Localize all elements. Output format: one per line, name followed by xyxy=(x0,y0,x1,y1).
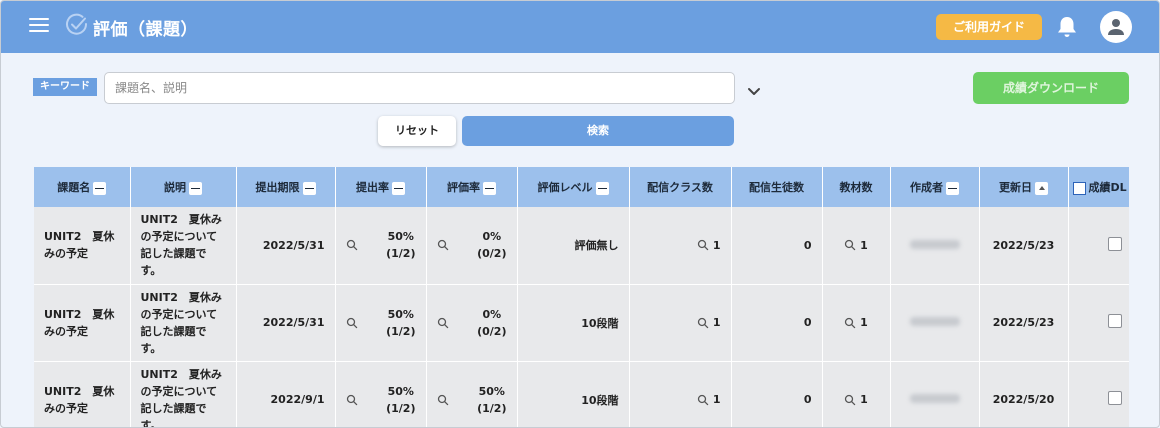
col-header-students: 配信生徒数 xyxy=(731,167,823,207)
cell-eval-level: 評価無し xyxy=(517,207,630,285)
cell-eval-level: 10段階 xyxy=(517,284,630,362)
cell-classes: 1 xyxy=(629,284,732,362)
col-header-materials: 教材数 xyxy=(822,167,891,207)
user-guide-button[interactable]: ご利用ガイド xyxy=(936,14,1042,40)
cell-author xyxy=(890,207,980,285)
reset-button[interactable]: リセット xyxy=(378,116,456,146)
col-header-author[interactable]: 作成者 xyxy=(890,167,980,207)
keyword-input[interactable] xyxy=(104,72,735,104)
cell-author xyxy=(890,361,980,427)
collapse-column-icon[interactable] xyxy=(93,181,107,195)
cell-desc: UNIT2 夏休みの予定について記した課題です。 xyxy=(130,284,237,362)
collapse-column-icon[interactable] xyxy=(302,181,316,195)
cell-materials: 1 xyxy=(822,361,891,427)
cell-students: 0 xyxy=(731,284,823,362)
table-row[interactable]: UNIT2 夏休みの予定 UNIT2 夏休みの予定について記した課題です。 20… xyxy=(34,284,1129,362)
magnifier-icon[interactable] xyxy=(346,317,358,329)
collapse-column-icon[interactable] xyxy=(392,181,405,195)
magnifier-icon[interactable] xyxy=(437,239,449,251)
collapse-column-icon[interactable] xyxy=(595,181,609,195)
cell-deadline: 2022/5/31 xyxy=(236,207,336,285)
cell-materials: 1 xyxy=(822,207,891,285)
cell-updated: 2022/5/20 xyxy=(979,361,1069,427)
cell-classes: 1 xyxy=(629,207,732,285)
hamburger-menu-icon[interactable] xyxy=(29,18,49,34)
cell-classes: 1 xyxy=(629,361,732,427)
cell-updated: 2022/5/23 xyxy=(979,207,1069,285)
cell-submit-rate: 50% (1/2) xyxy=(335,207,427,285)
cell-updated: 2022/5/23 xyxy=(979,284,1069,362)
col-header-name[interactable]: 課題名 xyxy=(34,167,131,207)
cell-eval-rate: 50% (1/2) xyxy=(426,361,518,427)
cell-name: UNIT2 夏休みの予定 xyxy=(34,361,131,427)
keyword-label: キーワード xyxy=(33,78,97,96)
cell-deadline: 2022/9/1 xyxy=(236,361,336,427)
table-header-row: 課題名 説明 提出期限 提出率 評価率 評価レベル 配信クラス数 配信生徒数 教… xyxy=(34,167,1129,207)
bell-icon[interactable] xyxy=(1056,15,1078,39)
cell-grade-dl xyxy=(1068,284,1129,362)
collapse-column-icon[interactable] xyxy=(483,181,496,195)
cell-desc: UNIT2 夏休みの予定について記した課題です。 xyxy=(130,207,237,285)
chevron-down-icon[interactable] xyxy=(747,87,761,97)
user-avatar[interactable] xyxy=(1100,11,1132,43)
magnifier-icon[interactable] xyxy=(346,239,358,251)
sort-ascending-icon[interactable] xyxy=(1035,181,1048,195)
magnifier-icon[interactable] xyxy=(844,239,856,251)
cell-name: UNIT2 夏休みの予定 xyxy=(34,284,131,362)
col-header-eval-rate[interactable]: 評価率 xyxy=(426,167,518,207)
cell-name: UNIT2 夏休みの予定 xyxy=(34,207,131,285)
table-row[interactable]: UNIT2 夏休みの予定 UNIT2 夏休みの予定について記した課題です。 20… xyxy=(34,361,1129,427)
blurred-author-name xyxy=(909,239,960,249)
top-bar: 評価（課題） ご利用ガイド xyxy=(1,1,1159,53)
col-header-submit-rate[interactable]: 提出率 xyxy=(335,167,427,207)
app-window: 評価（課題） ご利用ガイド キーワード 成績ダウンロード リセット 検索 xyxy=(0,0,1160,428)
cell-students: 0 xyxy=(731,207,823,285)
cell-grade-dl xyxy=(1068,207,1129,285)
cell-author xyxy=(890,284,980,362)
magnifier-icon[interactable] xyxy=(437,317,449,329)
cell-eval-rate: 0% (0/2) xyxy=(426,284,518,362)
select-all-checkbox[interactable] xyxy=(1072,181,1086,195)
magnifier-icon[interactable] xyxy=(844,317,856,329)
col-header-grade-dl[interactable]: 成績DL xyxy=(1068,167,1129,207)
magnifier-icon[interactable] xyxy=(346,394,358,406)
page-title: 評価（課題） xyxy=(93,20,198,40)
table-row[interactable]: UNIT2 夏休みの予定 UNIT2 夏休みの予定について記した課題です。 20… xyxy=(34,207,1129,285)
magnifier-icon[interactable] xyxy=(697,239,709,251)
col-header-deadline[interactable]: 提出期限 xyxy=(236,167,336,207)
grade-dl-checkbox[interactable] xyxy=(1107,236,1122,251)
check-circle-icon xyxy=(66,13,88,35)
magnifier-icon[interactable] xyxy=(844,394,856,406)
cell-submit-rate: 50% (1/2) xyxy=(335,284,427,362)
collapse-column-icon[interactable] xyxy=(189,181,202,195)
grade-dl-checkbox[interactable] xyxy=(1107,314,1122,328)
magnifier-icon[interactable] xyxy=(697,394,709,406)
cell-deadline: 2022/5/31 xyxy=(236,284,336,362)
assignment-table: 課題名 説明 提出期限 提出率 評価率 評価レベル 配信クラス数 配信生徒数 教… xyxy=(34,167,1129,427)
magnifier-icon[interactable] xyxy=(697,317,709,329)
grade-dl-checkbox[interactable] xyxy=(1107,391,1122,405)
col-header-desc[interactable]: 説明 xyxy=(130,167,237,207)
search-button[interactable]: 検索 xyxy=(462,116,734,146)
grade-download-button[interactable]: 成績ダウンロード xyxy=(973,72,1129,104)
cell-materials: 1 xyxy=(822,284,891,362)
col-header-updated[interactable]: 更新日 xyxy=(979,167,1069,207)
person-icon xyxy=(1108,19,1124,35)
blurred-author-name xyxy=(909,317,960,326)
cell-submit-rate: 50% (1/2) xyxy=(335,361,427,427)
cell-eval-rate: 0% (0/2) xyxy=(426,207,518,285)
col-header-eval-level[interactable]: 評価レベル xyxy=(517,167,630,207)
blurred-author-name xyxy=(909,394,960,403)
cell-grade-dl xyxy=(1068,361,1129,427)
cell-desc: UNIT2 夏休みの予定について記した課題です。 xyxy=(130,361,237,427)
collapse-column-icon[interactable] xyxy=(946,181,959,195)
cell-students: 0 xyxy=(731,361,823,427)
col-header-classes: 配信クラス数 xyxy=(629,167,732,207)
magnifier-icon[interactable] xyxy=(437,394,449,406)
cell-eval-level: 10段階 xyxy=(517,361,630,427)
